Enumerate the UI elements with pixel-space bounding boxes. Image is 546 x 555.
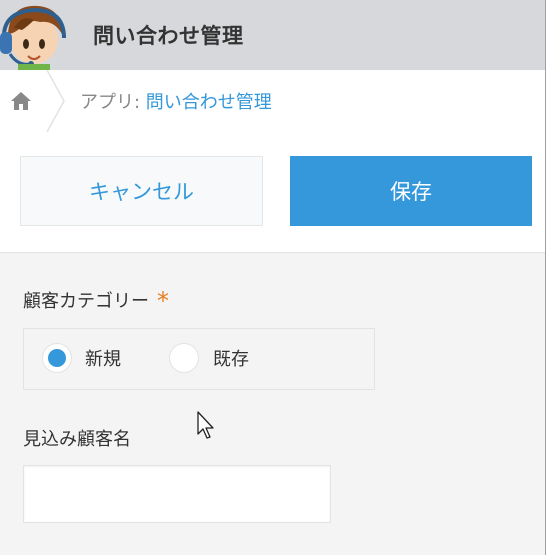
app-header: 問い合わせ管理 xyxy=(0,0,546,70)
customer-category-label-text: 顧客カテゴリー xyxy=(23,291,149,312)
prospect-name-input[interactable] xyxy=(23,465,331,523)
radio-new[interactable] xyxy=(42,343,72,373)
breadcrumb: アプリ: 問い合わせ管理 xyxy=(0,69,546,133)
save-button[interactable]: 保存 xyxy=(290,156,532,226)
home-icon[interactable] xyxy=(9,89,33,113)
radio-existing[interactable] xyxy=(169,343,199,373)
customer-category-radio-group: 新規 既存 xyxy=(23,328,375,390)
cancel-button[interactable]: キャンセル xyxy=(20,156,263,226)
breadcrumb-prefix: アプリ: xyxy=(80,92,146,113)
action-bar: キャンセル 保存 xyxy=(0,132,546,253)
mouse-pointer-icon xyxy=(197,411,219,441)
radio-selected-dot xyxy=(48,349,66,367)
customer-category-label: 顧客カテゴリー * xyxy=(23,285,169,315)
support-agent-avatar-icon xyxy=(0,0,70,70)
breadcrumb-app: アプリ: 問い合わせ管理 xyxy=(80,88,272,114)
app-title: 問い合わせ管理 xyxy=(93,24,244,48)
required-mark: * xyxy=(157,287,169,315)
radio-existing-label[interactable]: 既存 xyxy=(213,345,249,371)
radio-new-label[interactable]: 新規 xyxy=(85,345,121,371)
prospect-name-label: 見込み顧客名 xyxy=(23,429,131,450)
breadcrumb-app-link[interactable]: 問い合わせ管理 xyxy=(146,92,272,113)
breadcrumb-separator xyxy=(46,69,66,133)
